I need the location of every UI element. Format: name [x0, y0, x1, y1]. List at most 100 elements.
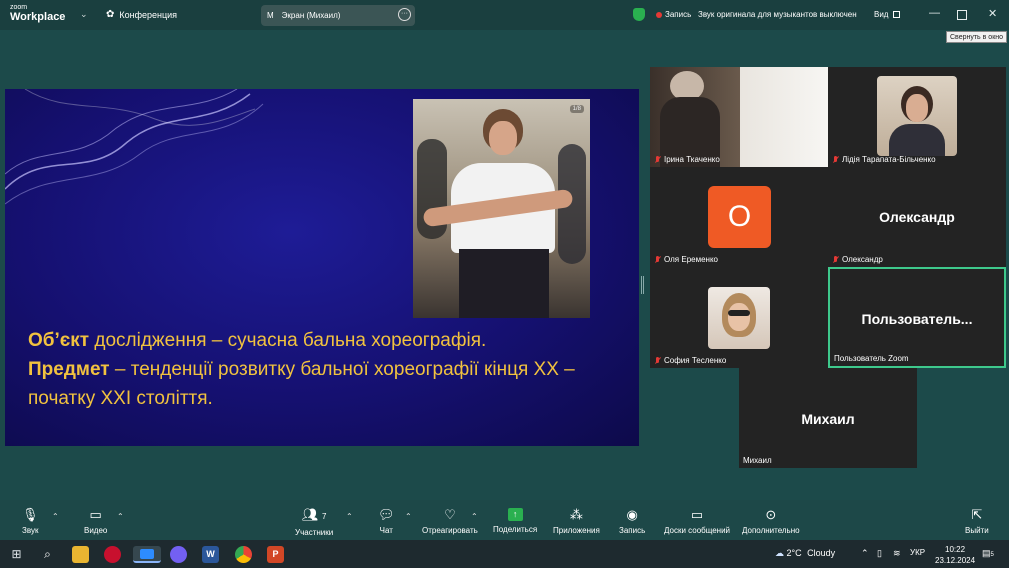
- mic-muted-icon: [832, 155, 839, 164]
- whiteboard-icon: ▭: [690, 507, 704, 522]
- participant-tile-olya[interactable]: О Оля Еременко: [650, 167, 828, 267]
- leave-button[interactable]: ⇱ Выйти: [965, 507, 989, 536]
- wifi-icon[interactable]: ≋: [893, 548, 901, 559]
- zoom-taskbar-icon[interactable]: [133, 546, 161, 563]
- windows-start-icon[interactable]: ⊞: [8, 546, 25, 563]
- recording-indicator[interactable]: Запись: [656, 10, 691, 19]
- meeting-toolbar: 🎙︎ Звук ⌃ ▭ Видео ⌃ 👥︎ 7 Участники ⌃ 💬︎ …: [0, 500, 1009, 540]
- screen-share-pill[interactable]: M Экран (Михаил) ···: [261, 5, 415, 26]
- chat-options-caret-icon[interactable]: ⌃: [405, 512, 412, 521]
- mic-muted-icon: [654, 155, 661, 164]
- mic-muted-icon: [832, 255, 839, 264]
- paw-icon: ✿: [106, 9, 115, 20]
- chat-button[interactable]: 💬︎ Чат: [378, 507, 395, 536]
- dance-photo: 1/8: [413, 99, 590, 318]
- mic-muted-icon: [654, 255, 661, 264]
- record-button[interactable]: ◉ Запись: [619, 507, 645, 536]
- participant-name: Михаил: [743, 456, 772, 465]
- search-icon[interactable]: ⌕: [39, 546, 56, 563]
- object-text: дослідження – сучасна бальна хореографія…: [89, 330, 487, 351]
- conference-label: Конференция: [119, 9, 178, 20]
- video-button[interactable]: ▭ Видео: [84, 507, 107, 536]
- recording-label: Запись: [665, 10, 692, 19]
- brand-small: zoom: [10, 4, 28, 11]
- react-button[interactable]: ♡ Отреагировать: [422, 507, 478, 536]
- cloud-icon: ☁: [775, 548, 784, 558]
- word-icon[interactable]: W: [202, 546, 219, 563]
- heart-icon: ♡: [444, 507, 456, 522]
- chrome-icon[interactable]: [235, 546, 252, 563]
- powerpoint-icon[interactable]: P: [267, 546, 284, 563]
- audio-options-caret-icon[interactable]: ⌃: [52, 512, 59, 521]
- more-button[interactable]: ⊙ Дополнительно: [742, 507, 800, 536]
- language-indicator[interactable]: УКР: [910, 548, 925, 557]
- chevron-down-icon[interactable]: ⌄: [80, 9, 88, 20]
- subject-heading: Предмет: [28, 359, 110, 380]
- screen-share-label: Экран (Михаил): [281, 11, 341, 20]
- slide-text: Об’єкт дослідження – сучасна бальна хоре…: [28, 326, 628, 413]
- participant-tile-oleksandr[interactable]: Олександр Олександр: [828, 167, 1006, 267]
- apps-icon: ⁂: [569, 507, 583, 522]
- close-icon[interactable]: ✕: [988, 7, 997, 20]
- photo-counter: 1/8: [569, 105, 584, 113]
- clock[interactable]: 10:22 23.12.2024: [935, 544, 975, 566]
- participants-options-caret-icon[interactable]: ⌃: [346, 512, 353, 521]
- video-off-icon: ▭: [89, 507, 102, 522]
- participant-tile-sofia[interactable]: София Тесленко: [650, 267, 828, 368]
- mic-muted-icon: [654, 356, 661, 365]
- apps-button[interactable]: ⁂ Приложения: [553, 507, 600, 536]
- restore-icon[interactable]: [957, 10, 967, 20]
- video-options-caret-icon[interactable]: ⌃: [117, 512, 124, 521]
- participant-name: Олександр: [832, 255, 883, 264]
- more-options-icon: ⊙: [765, 507, 777, 522]
- message-boards-button[interactable]: ▭ Доски сообщений: [664, 507, 730, 536]
- chat-icon: 💬︎: [378, 507, 395, 522]
- chevron-up-icon[interactable]: ⌃: [861, 548, 869, 559]
- subject-text: – тенденції розвитку бальної хореографії…: [28, 359, 575, 409]
- restore-tooltip: Свернуть в окно: [946, 31, 1008, 43]
- participant-display-name: Олександр: [879, 209, 955, 225]
- windows-taskbar: ⊞ ⌕ W P ☁ 2°C Cloudy ⌃ ▯ ≋ УКР 10:22 23.…: [0, 540, 1009, 568]
- view-button[interactable]: Вид: [874, 10, 901, 19]
- participant-tile-lidiya[interactable]: Лідія Тарапата-Більченко: [828, 67, 1006, 167]
- notification-icon[interactable]: ▤5: [982, 548, 994, 559]
- participant-name: Лідія Тарапата-Більченко: [832, 155, 936, 164]
- participant-display-name: Пользователь...: [861, 311, 973, 327]
- zoom-logo: zoom Workplace: [10, 4, 65, 23]
- sharer-avatar: M: [267, 11, 274, 20]
- conference-button[interactable]: ✿ Конференция: [106, 9, 177, 20]
- splitter-handle[interactable]: [641, 276, 644, 294]
- share-button[interactable]: ↑ Поделиться: [493, 508, 537, 534]
- react-options-caret-icon[interactable]: ⌃: [471, 512, 478, 521]
- viber-icon[interactable]: [170, 546, 187, 563]
- device-icon[interactable]: ▯: [877, 548, 882, 559]
- participant-name: Пользователь Zoom: [834, 354, 909, 363]
- grid-icon: [893, 11, 901, 18]
- participants-icon: 👥︎ 7: [301, 507, 327, 522]
- title-bar: zoom Workplace ⌄ ✿ Конференция M Экран (…: [0, 0, 1009, 30]
- object-heading: Об’єкт: [28, 330, 90, 351]
- participant-tile-mikhail[interactable]: Михаил Михаил: [739, 368, 917, 468]
- participant-avatar: О: [708, 186, 771, 248]
- participant-name: Ірина Ткаченко: [654, 155, 720, 164]
- more-icon[interactable]: ···: [398, 8, 411, 21]
- participant-display-name: Михаил: [801, 411, 855, 427]
- audio-button[interactable]: 🎙︎ Звук: [22, 507, 39, 536]
- file-explorer-icon[interactable]: [72, 546, 89, 563]
- participant-tile-iryna[interactable]: Ірина Ткаченко: [650, 67, 828, 167]
- share-screen-icon: ↑: [507, 508, 523, 521]
- view-label: Вид: [874, 10, 889, 19]
- participant-tile-zoom-user[interactable]: Пользователь... Пользователь Zoom: [828, 267, 1006, 368]
- original-sound-status[interactable]: Звук оригинала для музыкантов выключен: [698, 10, 857, 19]
- minimize-icon[interactable]: —: [929, 7, 940, 19]
- participants-button[interactable]: 👥︎ 7 Участники: [295, 507, 333, 538]
- participant-name: Оля Еременко: [654, 255, 718, 264]
- record-icon: ◉: [626, 507, 638, 522]
- brand-big: Workplace: [10, 11, 66, 23]
- record-dot-icon: [656, 11, 662, 18]
- mic-muted-icon: 🎙︎: [22, 507, 39, 522]
- leave-icon: ⇱: [971, 507, 983, 522]
- opera-icon[interactable]: [104, 546, 121, 563]
- weather-widget[interactable]: ☁ 2°C Cloudy: [775, 548, 835, 559]
- security-shield-icon[interactable]: [633, 8, 645, 21]
